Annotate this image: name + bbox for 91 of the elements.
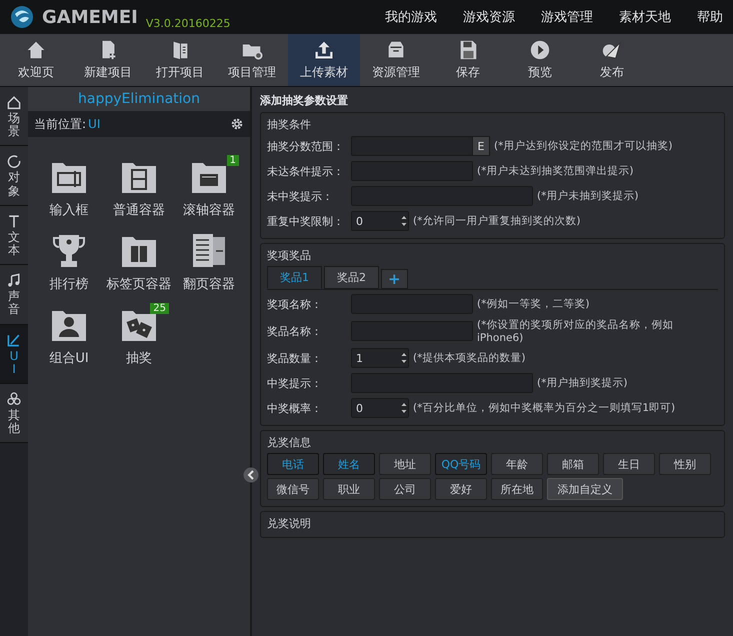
hint-text: (*你设置的奖项所对应的奖品名称，例如iPhone6): [477, 318, 674, 344]
three-circles-icon: [6, 390, 22, 407]
field-label: 奖品名称：: [267, 324, 323, 338]
section-legend: 兑奖说明: [267, 516, 718, 531]
component-label[interactable]: 抽奖: [126, 349, 152, 367]
location-value: UI: [88, 117, 100, 131]
number-field[interactable]: 0: [351, 211, 409, 231]
home-icon: [25, 39, 47, 61]
field-chip[interactable]: 邮箱: [547, 453, 599, 475]
component-label[interactable]: 标签页容器: [106, 275, 172, 293]
field-chip[interactable]: 公司: [379, 478, 431, 500]
toolbar-button[interactable]: 欢迎页: [0, 34, 72, 86]
toolbar-button[interactable]: 打开项目: [144, 34, 216, 86]
side-tab[interactable]: 其他: [0, 384, 28, 444]
field-label: 中奖提示：: [267, 376, 323, 390]
component-label[interactable]: 普通容器: [113, 201, 165, 219]
home-icon: [6, 94, 22, 110]
text-field[interactable]: [351, 136, 473, 156]
toolbar-button[interactable]: 新建项目: [72, 34, 144, 86]
logo-icon: [10, 5, 34, 29]
collapse-icon[interactable]: [243, 467, 259, 483]
field-label: 抽奖分数范围：: [267, 138, 345, 154]
number-field[interactable]: 0: [351, 398, 409, 418]
location-label: 当前位置:: [34, 116, 86, 132]
project-title: happyElimination: [28, 87, 250, 111]
hint-text: (*用户未抽到奖提示): [537, 189, 638, 203]
toolbar-button[interactable]: 项目管理: [216, 34, 288, 86]
component-label[interactable]: 滚轴容器: [183, 201, 235, 219]
side-tab[interactable]: 声音: [0, 265, 28, 324]
field-label: 奖品数量：: [267, 350, 323, 366]
settings-icon[interactable]: [230, 117, 244, 131]
side-tab[interactable]: 对象: [0, 146, 28, 206]
section-legend: 奖项奖品: [267, 248, 718, 263]
toolbar-button[interactable]: 保存: [432, 34, 504, 86]
add-tab-button[interactable]: +: [381, 269, 408, 289]
component-label[interactable]: 翻页容器: [183, 275, 235, 293]
hint-text: (*用户未达到抽奖范围弹出提示): [477, 164, 634, 178]
menu-item[interactable]: 素材天地: [619, 8, 671, 26]
component-label[interactable]: 组合UI: [49, 349, 89, 367]
hint-text: (*允许同一用户重复抽到奖的次数): [413, 214, 580, 228]
upload-icon: [313, 39, 335, 61]
prize-tab[interactable]: 奖品2: [324, 266, 379, 289]
play-icon: [529, 39, 551, 61]
hint-text: (*提供本项奖品的数量): [413, 351, 526, 365]
side-tab[interactable]: 场景: [0, 87, 28, 146]
section-legend: 兑奖信息: [267, 435, 718, 450]
toolbar-button[interactable]: 资源管理: [360, 34, 432, 86]
field-chip[interactable]: 年龄: [491, 453, 543, 475]
field-chip[interactable]: 爱好: [435, 478, 487, 500]
music-note-icon: [6, 272, 22, 288]
hint-text: (*百分比单位，例如中奖概率为百分之一则填写1即可): [413, 401, 676, 415]
edit-icon: [6, 332, 22, 348]
number-field[interactable]: 1: [351, 348, 409, 368]
hint-text: (*例如一等奖，二等奖): [477, 297, 590, 311]
toolbar-button[interactable]: 上传素材: [288, 34, 360, 86]
field-label: 中奖概率：: [267, 400, 323, 416]
field-chip[interactable]: 生日: [603, 453, 655, 475]
field-chip[interactable]: 职业: [323, 478, 375, 500]
field-chip[interactable]: 性别: [659, 453, 711, 475]
section-legend: 抽奖条件: [267, 117, 718, 132]
field-label: 奖项名称：: [267, 296, 323, 312]
component-label[interactable]: 输入框: [50, 201, 88, 219]
hint-text: (*用户达到你设定的范围才可以抽奖): [494, 139, 672, 153]
field-chip[interactable]: 微信号: [267, 478, 319, 500]
side-tab[interactable]: 文本: [0, 206, 28, 266]
add-custom-button[interactable]: 添加自定义: [547, 478, 623, 500]
menu-item[interactable]: 游戏管理: [541, 8, 593, 26]
field-label: 未达条件提示：: [267, 164, 345, 178]
menu-item[interactable]: 我的游戏: [385, 8, 437, 26]
edit-button[interactable]: E: [472, 136, 490, 156]
component-label[interactable]: 排行榜: [50, 275, 88, 293]
field-chip[interactable]: 电话: [267, 453, 319, 475]
menu-item[interactable]: 游戏资源: [463, 8, 515, 26]
prize-tab[interactable]: 奖品1: [267, 266, 322, 289]
logo-text: GAMEMEI: [42, 6, 138, 28]
dialog-title: 添加抽奖参数设置: [260, 93, 349, 108]
toolbar-button[interactable]: 预览: [504, 34, 576, 86]
field-chip[interactable]: 姓名: [323, 453, 375, 475]
menu-item[interactable]: 帮助: [697, 8, 723, 26]
field-label: 重复中奖限制：: [267, 214, 345, 228]
toolbar-button[interactable]: 发布: [576, 34, 648, 86]
version-label: V3.0.20160225: [146, 17, 230, 30]
field-chip[interactable]: QQ号码: [435, 453, 487, 475]
field-chip[interactable]: 地址: [379, 453, 431, 475]
side-tab[interactable]: UI: [0, 324, 28, 384]
count-badge: 1: [226, 155, 239, 166]
hint-text: (*用户抽到奖提示): [537, 376, 628, 390]
field-label: 未中奖提示：: [267, 188, 334, 204]
count-badge: 25: [150, 303, 169, 314]
text-icon: [6, 212, 22, 229]
field-chip[interactable]: 所在地: [491, 478, 543, 500]
